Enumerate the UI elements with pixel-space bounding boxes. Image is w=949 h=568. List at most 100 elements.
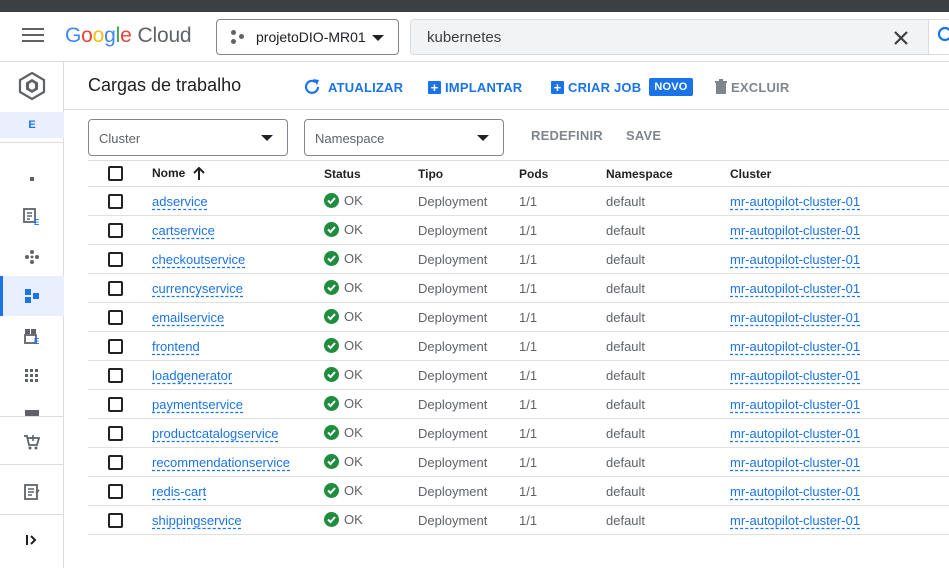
nav-divider	[0, 514, 64, 515]
column-header-cluster[interactable]: Cluster	[730, 160, 949, 187]
refresh-icon	[304, 79, 320, 94]
table-row[interactable]: paymentservice OK Deployment 1/1 default mr-a…	[88, 389, 949, 419]
nav-item-fleet[interactable]	[0, 237, 64, 277]
services-icon: E	[24, 329, 40, 345]
row-select-cell	[88, 244, 152, 274]
cluster-filter-dropdown[interactable]: Cluster	[88, 119, 288, 156]
workload-name-link[interactable]: recommendationservice	[152, 455, 290, 470]
search-input[interactable]	[427, 28, 867, 46]
column-header-type[interactable]: Tipo	[418, 160, 519, 187]
column-header-status[interactable]: Status	[324, 160, 418, 187]
nav-item-overview[interactable]	[0, 159, 64, 199]
refresh-button[interactable]: ATUALIZAR	[302, 76, 403, 98]
nav-item-secrets[interactable]	[0, 396, 64, 416]
nav-item-workloads[interactable]	[0, 276, 64, 316]
cluster-link[interactable]: mr-autopilot-cluster-01	[730, 194, 860, 209]
cluster-link[interactable]: mr-autopilot-cluster-01	[730, 513, 860, 528]
workload-name-link[interactable]: redis-cart	[152, 484, 206, 499]
workload-name-link[interactable]: productcatalogservice	[152, 426, 278, 441]
select-all-checkbox[interactable]	[108, 166, 123, 182]
main-menu-button[interactable]	[22, 28, 44, 46]
row-checkbox[interactable]	[108, 397, 123, 413]
search-button[interactable]	[928, 20, 949, 54]
cluster-link[interactable]: mr-autopilot-cluster-01	[730, 484, 860, 499]
cluster-link[interactable]: mr-autopilot-cluster-01	[730, 252, 860, 267]
workload-name-link[interactable]: currencyservice	[152, 281, 243, 296]
expand-icon	[26, 535, 37, 545]
row-checkbox[interactable]	[108, 223, 123, 239]
chevron-down-icon	[372, 35, 384, 41]
namespace-filter-dropdown[interactable]: Namespace	[304, 119, 504, 156]
workload-name-cell: productcatalogservice	[152, 418, 324, 448]
workload-name-link[interactable]: cartservice	[152, 223, 215, 238]
deploy-button[interactable]: + IMPLANTAR	[428, 76, 522, 98]
column-header-pods[interactable]: Pods	[519, 160, 606, 187]
cluster-link[interactable]: mr-autopilot-cluster-01	[730, 339, 860, 354]
row-checkbox[interactable]	[108, 368, 123, 384]
type-cell: Deployment	[418, 244, 519, 274]
row-checkbox[interactable]	[108, 339, 123, 355]
row-checkbox[interactable]	[108, 513, 123, 529]
column-header-namespace[interactable]: Namespace	[606, 160, 730, 187]
table-row[interactable]: checkoutservice OK Deployment 1/1 default mr-…	[88, 244, 949, 274]
type-cell: Deployment	[418, 418, 519, 448]
row-checkbox[interactable]	[108, 252, 123, 268]
workload-name-link[interactable]: adservice	[152, 194, 208, 209]
cluster-link[interactable]: mr-autopilot-cluster-01	[730, 310, 860, 325]
table-row[interactable]: shippingservice OK Deployment 1/1 default mr-…	[88, 505, 949, 535]
logo-cloud-text: Cloud	[137, 24, 192, 47]
table-row[interactable]: redis-cart OK Deployment 1/1 default mr-autop…	[88, 476, 949, 506]
table-row[interactable]: recommendationservice OK Deployment 1/1 defa…	[88, 447, 949, 477]
row-checkbox[interactable]	[108, 281, 123, 297]
row-checkbox[interactable]	[108, 484, 123, 500]
row-checkbox[interactable]	[108, 455, 123, 471]
row-select-cell	[88, 418, 152, 448]
row-checkbox[interactable]	[108, 310, 123, 326]
workload-name-link[interactable]: loadgenerator	[152, 368, 232, 383]
reset-button[interactable]: REDEFINIR	[531, 128, 603, 143]
workload-name-cell: redis-cart	[152, 476, 324, 506]
pods-cell: 1/1	[519, 302, 606, 332]
namespace-cell: default	[606, 244, 730, 274]
pods-cell: 1/1	[519, 476, 606, 506]
google-cloud-logo[interactable]: Google Cloud	[65, 24, 192, 48]
cluster-link[interactable]: mr-autopilot-cluster-01	[730, 368, 860, 383]
nav-item-release-notes[interactable]	[0, 472, 64, 512]
cluster-link[interactable]: mr-autopilot-cluster-01	[730, 281, 860, 296]
table-row[interactable]: productcatalogservice OK Deployment 1/1 defa…	[88, 418, 949, 448]
nav-item-applications[interactable]	[0, 356, 64, 396]
nav-item-services[interactable]: E	[0, 316, 64, 356]
table-row[interactable]: adservice OK Deployment 1/1 default mr-autopi…	[88, 186, 949, 216]
check-circle-icon	[324, 251, 339, 266]
clear-search-button[interactable]	[891, 28, 911, 48]
table-row[interactable]: frontend OK Deployment 1/1 default mr-autopil…	[88, 331, 949, 361]
expand-nav-button[interactable]	[0, 520, 64, 560]
menu-icon-line	[22, 40, 44, 42]
workload-name-link[interactable]: emailservice	[152, 310, 224, 325]
logo-letter: g	[104, 24, 116, 47]
nav-enterprise-badge: E	[0, 112, 64, 138]
workload-name-link[interactable]: frontend	[152, 339, 200, 354]
cluster-link[interactable]: mr-autopilot-cluster-01	[730, 455, 860, 470]
nav-item-marketplace[interactable]	[0, 422, 64, 462]
table-row[interactable]: cartservice OK Deployment 1/1 default mr-auto…	[88, 215, 949, 245]
save-button[interactable]: SAVE	[626, 128, 661, 143]
cluster-link[interactable]: mr-autopilot-cluster-01	[730, 223, 860, 238]
cluster-link[interactable]: mr-autopilot-cluster-01	[730, 426, 860, 441]
row-checkbox[interactable]	[108, 194, 123, 210]
workload-name-link[interactable]: checkoutservice	[152, 252, 245, 267]
table-row[interactable]: emailservice OK Deployment 1/1 default mr-aut…	[88, 302, 949, 332]
project-selector[interactable]: projetoDIO-MR01	[216, 19, 399, 55]
kubernetes-engine-logo[interactable]	[0, 64, 64, 108]
nav-item-clusters[interactable]: E	[0, 197, 64, 237]
table-row[interactable]: loadgenerator OK Deployment 1/1 default mr-au…	[88, 360, 949, 390]
workload-name-link[interactable]: paymentservice	[152, 397, 243, 412]
namespace-cell: default	[606, 331, 730, 361]
cluster-link[interactable]: mr-autopilot-cluster-01	[730, 397, 860, 412]
row-checkbox[interactable]	[108, 426, 123, 442]
table-row[interactable]: currencyservice OK Deployment 1/1 default mr-…	[88, 273, 949, 303]
create-job-button[interactable]: + CRIAR JOB NOVO	[551, 76, 693, 98]
delete-button[interactable]: EXCLUIR	[714, 76, 789, 98]
column-header-name[interactable]: Nome	[152, 160, 324, 187]
workload-name-link[interactable]: shippingservice	[152, 513, 242, 528]
